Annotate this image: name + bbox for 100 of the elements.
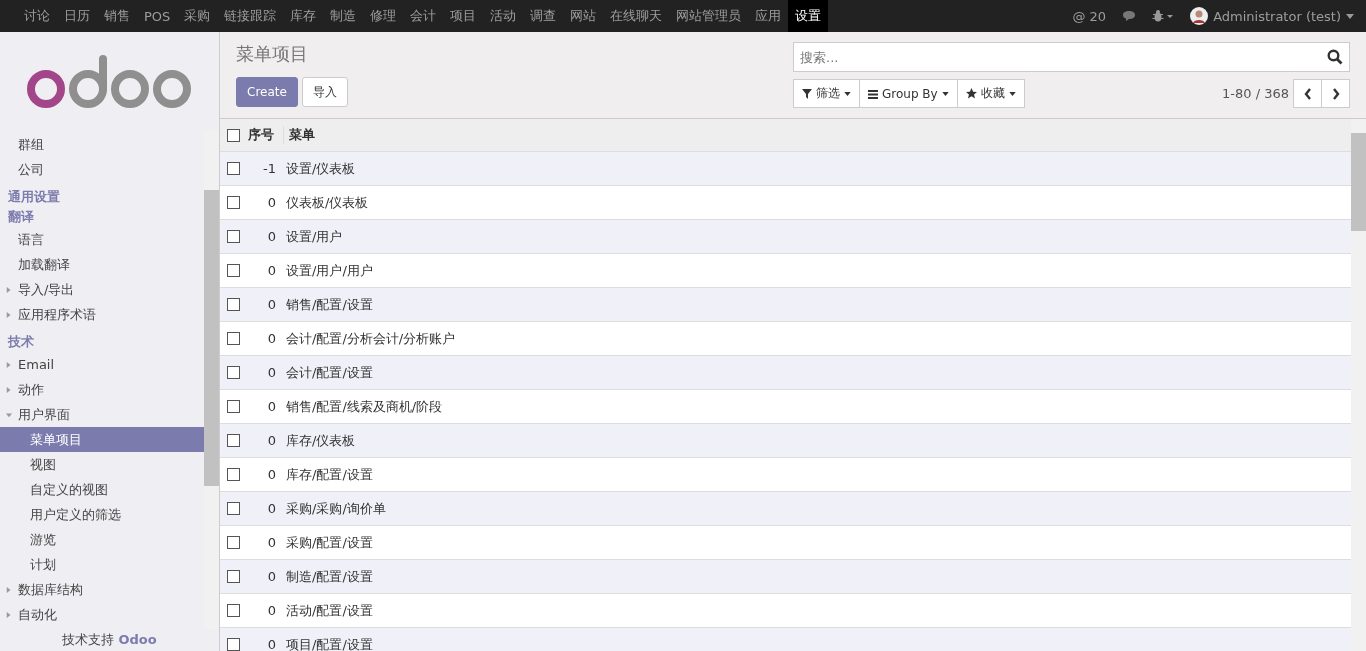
mentions-link[interactable]: @ 20 [1072, 8, 1107, 24]
filter-icon [802, 88, 812, 99]
app-menu-item[interactable]: 会计 [403, 0, 444, 32]
row-checkbox[interactable] [226, 162, 240, 175]
sequence-cell-text: 0 [266, 433, 277, 448]
search-option-dropdown[interactable]: Group By [859, 79, 958, 108]
search-option-dropdown[interactable]: 收藏 [956, 79, 1025, 108]
sequence-cell-text: -1 [262, 161, 277, 176]
sidebar-menu-item[interactable]: 加载翻译 [0, 252, 204, 277]
row-checkbox[interactable] [226, 400, 240, 413]
sequence-cell-text: 0 [266, 603, 277, 618]
row-checkbox[interactable] [226, 196, 240, 209]
app-menu-item[interactable]: 讨论 [17, 0, 57, 32]
caret-icon [844, 91, 851, 96]
sidebar-menu-item[interactable]: 菜单项目 [0, 427, 204, 452]
sidebar-menu-item[interactable]: 视图 [0, 452, 204, 477]
menu-cell-text: 会计/配置/分析会计/分析账户 [285, 329, 456, 348]
app-menu-item[interactable]: 网站 [563, 0, 604, 32]
page-title: 菜单项目 [236, 42, 309, 66]
row-checkbox[interactable] [226, 298, 240, 311]
sequence-cell-text: 0 [266, 535, 277, 550]
avatar-icon[interactable] [1190, 7, 1209, 25]
app-menu-item[interactable]: 在线聊天 [603, 0, 670, 32]
row-checkbox[interactable] [226, 264, 240, 277]
sequence-cell-text: 0 [266, 297, 277, 312]
row-checkbox[interactable] [226, 332, 240, 345]
menu-cell-text: 设置/用户/用户 [285, 261, 373, 280]
menu-cell-text: 销售/配置/设置 [285, 295, 373, 314]
app-menu-item[interactable]: POS [137, 0, 178, 32]
app-menu-item[interactable]: 修理 [363, 0, 404, 32]
row-checkbox[interactable] [226, 570, 240, 583]
sidebar-menu-item[interactable]: 语言 [0, 227, 204, 252]
chat-icon[interactable] [1122, 10, 1137, 22]
sequence-cell-text: 0 [266, 501, 277, 516]
column-header[interactable]: 菜单 [284, 126, 315, 144]
sidebar-menu-item[interactable]: 应用程序术语 [18, 302, 96, 327]
menu-section-heading: 翻译 [7, 208, 35, 226]
sequence-cell-text: 0 [266, 331, 277, 346]
import-button[interactable]: 导入 [301, 77, 348, 107]
row-checkbox[interactable] [226, 366, 240, 379]
sidebar-menu-item[interactable]: 用户界面 [18, 402, 70, 427]
sidebar-menu-item[interactable]: 自定义的视图 [0, 477, 204, 502]
sequence-cell-text: 0 [266, 399, 277, 414]
menu-cell-text: 采购/配置/设置 [285, 533, 373, 552]
app-menu-item[interactable]: 库存 [283, 0, 324, 32]
sidebar-menu-item[interactable]: Email [18, 352, 55, 377]
app-menu-item[interactable]: 项目 [443, 0, 484, 32]
bug-icon[interactable] [1152, 10, 1175, 22]
app-menu-item[interactable]: 链接跟踪 [217, 0, 284, 32]
sidebar-menu-item[interactable]: 数据库结构 [18, 577, 83, 602]
row-checkbox[interactable] [226, 230, 240, 243]
column-header[interactable]: 序号 [246, 126, 284, 144]
sidebar-menu-item[interactable]: 计划 [0, 552, 204, 577]
app-menu-item[interactable]: 调查 [523, 0, 564, 32]
app-menu-item[interactable]: 设置 [788, 0, 829, 32]
row-checkbox[interactable] [226, 468, 240, 481]
app-menu-item[interactable]: 日历 [57, 0, 97, 32]
chevron-right-icon [1331, 87, 1340, 100]
menu-cell-text: 仪表板/仪表板 [285, 193, 369, 212]
app-menu-item[interactable]: 销售 [97, 0, 137, 32]
row-checkbox[interactable] [226, 502, 240, 515]
menu-section-heading: 通用设置 [7, 188, 61, 206]
sidebar-menu-item[interactable]: 用户定义的筛选 [0, 502, 204, 527]
odoo-logo[interactable] [27, 53, 193, 109]
sidebar-menu-item[interactable]: 动作 [18, 377, 44, 402]
star-icon [965, 88, 977, 99]
caret-icon [1346, 13, 1354, 19]
search-icon[interactable] [1327, 49, 1343, 65]
search-field[interactable]: 搜索... [793, 42, 1350, 72]
menu-cell-text: 库存/仪表板 [285, 431, 356, 450]
row-checkbox[interactable] [226, 604, 240, 617]
sequence-cell-text: 0 [266, 637, 277, 651]
next-page-button[interactable] [1321, 79, 1350, 108]
chevron-left-icon [1303, 87, 1312, 100]
app-menu-item[interactable]: 制造 [323, 0, 364, 32]
sidebar-menu-item[interactable]: 群组 [0, 132, 204, 157]
row-checkbox[interactable] [226, 638, 240, 651]
sidebar-menu-item[interactable]: 公司 [0, 157, 204, 182]
previous-page-button[interactable] [1293, 79, 1322, 108]
sidebar-menu-item[interactable]: 自动化 [18, 602, 57, 627]
app-menu-item[interactable]: 应用 [748, 0, 789, 32]
row-checkbox[interactable] [226, 536, 240, 549]
sequence-cell-text: 0 [266, 195, 277, 210]
menu-cell-text: 采购/采购/询价单 [285, 499, 386, 518]
menu-section-heading: 技术 [6, 333, 35, 351]
menu-cell-text: 项目/配置/设置 [285, 635, 373, 651]
sidebar-menu-item[interactable]: 导入/导出 [18, 277, 75, 302]
pager-value[interactable]: 1-80 / 368 [1222, 86, 1289, 101]
sequence-cell-text: 0 [266, 467, 277, 482]
sequence-cell-text: 0 [266, 229, 277, 244]
row-checkbox[interactable] [226, 434, 240, 447]
search-option-dropdown[interactable]: 筛选 [793, 79, 860, 108]
app-menu-item[interactable]: 采购 [177, 0, 218, 32]
app-menu-item[interactable]: 活动 [483, 0, 524, 32]
menu-cell-text: 活动/配置/设置 [285, 601, 373, 620]
user-menu[interactable]: Administrator (test) [1213, 8, 1341, 24]
create-button[interactable]: Create [236, 77, 298, 107]
select-all-checkbox[interactable] [226, 128, 240, 142]
app-menu-item[interactable]: 网站管理员 [669, 0, 749, 32]
sidebar-menu-item[interactable]: 游览 [0, 527, 204, 552]
